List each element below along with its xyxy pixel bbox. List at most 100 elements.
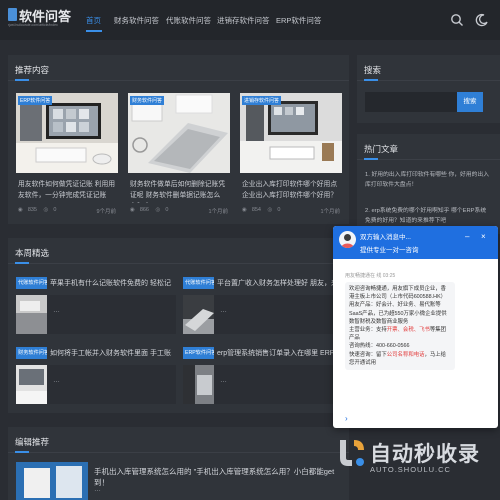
featured-card-meta: ◉ 854 ◎ 0 1个月前	[242, 207, 340, 215]
chat-msg-products: 用友产品：好会计、好业务、易代账等SaaS产品，已为超550万家小微企业提供数智…	[349, 302, 447, 325]
featured-card-tag[interactable]: 财务软件问答	[130, 96, 165, 105]
weekly-item-more: …	[220, 307, 227, 314]
weekly-item-title[interactable]: 苹果手机有什么记账软件免费的 轻松记…	[50, 278, 172, 288]
weekly-item[interactable]: 代账软件问答 平台置广收入财务怎样处理好 朋友，来… …	[183, 276, 343, 334]
card-date: 1个月前	[320, 209, 340, 215]
nav-home[interactable]: 首页	[86, 15, 101, 26]
likes-icon: ◎	[267, 207, 273, 213]
likes-count: 0	[165, 207, 169, 213]
sidebar-search-button[interactable]: 搜索	[457, 92, 483, 112]
weekly-item-tag[interactable]: ERP软件问答	[183, 347, 214, 359]
agent-avatar	[339, 231, 356, 248]
weekly-thumb-image	[183, 295, 214, 334]
weekly-divider	[8, 263, 349, 264]
minimize-icon[interactable]: –	[465, 232, 469, 241]
featured-card-meta: ◉ 866 ◎ 0 1个月前	[130, 207, 228, 215]
sidebar-search-input[interactable]	[365, 92, 465, 112]
featured-card[interactable]: 财务软件问答 财务软件做单后如何删除记账凭证呢 财务软件删单据记账怎么办？实 ◉…	[128, 93, 230, 215]
search-divider	[357, 80, 500, 81]
featured-title-accent	[15, 79, 29, 81]
hot-title: 热门文章	[364, 144, 399, 154]
site-logo[interactable]: 软件问答 rjwd.huilourule.com/article/index	[8, 6, 71, 34]
weekly-item-more: …	[220, 377, 227, 384]
nav-inventory-qa[interactable]: 进销存软件问答	[217, 15, 270, 26]
nav-finance-qa[interactable]: 财务软件问答	[114, 15, 159, 26]
editor-item-thumb[interactable]	[16, 462, 88, 500]
hot-article-text: 好用的出入库打印软件有哪些 你，好用的出入库打印软件大盘点！	[365, 172, 490, 188]
featured-card-title[interactable]: 用友软件如何做凭证记账 利用用友软件，一分钟完成凭证记账	[18, 179, 116, 203]
views-count: 854	[251, 207, 261, 213]
weekly-item[interactable]: ERP软件问答 erp管理系统销售订单录入在哪里 ERP管… …	[183, 346, 343, 404]
dark-mode-icon[interactable]	[475, 13, 489, 27]
views-icon: ◉	[242, 207, 247, 213]
watermark-text: 自动秒收录	[370, 443, 480, 466]
featured-card-meta: ◉ 835 ◎ 0 9个月前	[18, 207, 116, 215]
watermark-logo-icon	[340, 440, 364, 466]
hot-article-item[interactable]: 2. erp系统免费的哪个好用啊知乎 哪个ERP系统免费的好用？知道的来推荐下吧	[365, 206, 491, 226]
editor-title: 编辑推荐	[15, 437, 50, 447]
weekly-item-head: ERP软件问答 erp管理系统销售订单录入在哪里 ERP管…	[183, 346, 343, 360]
weekly-item-tag[interactable]: 代账软件问答	[16, 277, 47, 289]
weekly-thumb-image	[16, 365, 47, 404]
search-title: 搜索	[364, 65, 382, 75]
weekly-item-body: …	[183, 295, 343, 334]
hot-panel: 热门文章 1. 好用的出入库打印软件有哪些 你，好用的出入库打印软件大盘点！ 2…	[357, 134, 500, 234]
chat-more-icon[interactable]: ›	[345, 414, 348, 423]
featured-card[interactable]: ERP软件问答 用友软件如何做凭证记账 利用用友软件，一分钟完成凭证记账 ◉ 83…	[16, 93, 118, 215]
views-icon: ◉	[18, 207, 23, 213]
office-photo-image	[240, 93, 342, 173]
chat-msg-highlight: 开票、会税、飞书	[386, 327, 430, 334]
likes-icon: ◎	[43, 207, 49, 213]
weekly-item-title[interactable]: 如何将手工帐并入财务软件里面 手工账…	[50, 348, 172, 358]
editor-item-more: …	[94, 486, 101, 493]
chat-msg-quick: 快速咨询：留下	[349, 351, 387, 358]
editor-divider	[8, 452, 349, 453]
chat-subtitle: 提供专业一对一咨询	[360, 247, 419, 254]
hot-article-item[interactable]: 1. 好用的出入库打印软件有哪些 你，好用的出入库打印软件大盘点！	[365, 170, 491, 190]
weekly-item-tag[interactable]: 代账软件问答	[183, 277, 214, 289]
weekly-item-head: 财务软件问答 如何将手工帐并入财务软件里面 手工账…	[16, 346, 176, 360]
weekly-item[interactable]: 代账软件问答 苹果手机有什么记账软件免费的 轻松记… …	[16, 276, 176, 334]
editor-item-title[interactable]: 手机出入库管理系统怎么用的 "手机出入库管理系统怎么用？小白都能get到！	[94, 466, 344, 488]
logo-subtitle: rjwd.huilourule.com/article/index	[8, 23, 58, 27]
featured-divider	[8, 80, 349, 81]
weekly-item-body: …	[16, 295, 176, 334]
nav-erp-qa[interactable]: ERP软件问答	[276, 15, 321, 26]
featured-card-image: ERP软件问答	[16, 93, 118, 173]
views-count: 835	[27, 207, 37, 213]
logo-mark-icon	[8, 8, 17, 21]
nav-active-indicator	[86, 30, 102, 32]
weekly-thumb-image	[16, 295, 47, 334]
featured-card[interactable]: 进销存软件问答 企业出入库打印软件哪个好用点 企业出入库打印软件哪个好用？ ◉ 8…	[240, 93, 342, 215]
chat-timestamp: 用友畅捷通在 线 03:25	[345, 273, 396, 279]
close-icon[interactable]: ×	[481, 232, 486, 241]
desk-photo-image	[16, 93, 118, 173]
chat-widget: 双方输入消息中... 提供专业一对一咨询 – × 用友畅捷通在 线 03:25 …	[333, 226, 498, 428]
weekly-item-more: …	[53, 377, 60, 384]
chat-msg-intro: 欢迎咨询畅捷通，用友旗下成员企业，香港主板上市公司（上市代码600588.HK）	[349, 286, 447, 301]
nav-bookkeeping-qa[interactable]: 代账软件问答	[166, 15, 211, 26]
chat-msg-business: 主营业务：支持	[349, 327, 387, 334]
editor-thumb-image	[16, 462, 88, 500]
watermark-subtext: AUTO.SHOULU.CC	[370, 465, 451, 474]
featured-card-title[interactable]: 财务软件做单后如何删除记账凭证呢 财务软件删单据记账怎么办？实	[130, 179, 228, 203]
weekly-item[interactable]: 财务软件问答 如何将手工帐并入财务软件里面 手工账… …	[16, 346, 176, 404]
featured-card-title[interactable]: 企业出入库打印软件哪个好用点 企业出入库打印软件哪个好用？	[242, 179, 340, 203]
featured-card-tag[interactable]: ERP软件问答	[18, 96, 53, 105]
featured-card-tag[interactable]: 进销存软件问答	[242, 96, 282, 105]
search-panel: 搜索	[357, 55, 500, 123]
views-count: 866	[139, 207, 149, 213]
weekly-item-tag[interactable]: 财务软件问答	[16, 347, 47, 359]
weekly-item-head: 代账软件问答 平台置广收入财务怎样处理好 朋友，来…	[183, 276, 343, 290]
views-icon: ◉	[130, 207, 135, 213]
weekly-item-head: 代账软件问答 苹果手机有什么记账软件免费的 轻松记…	[16, 276, 176, 290]
hot-article-num: 2.	[365, 208, 370, 214]
weekly-item-title[interactable]: 平台置广收入财务怎样处理好 朋友，来…	[217, 278, 339, 288]
weekly-item-title[interactable]: erp管理系统销售订单录入在哪里 ERP管…	[217, 348, 339, 358]
chat-message: 欢迎咨询畅捷通，用友旗下成员企业，香港主板上市公司（上市代码600588.HK）…	[345, 282, 455, 371]
weekly-title-accent	[15, 262, 29, 264]
search-icon[interactable]	[450, 13, 464, 27]
likes-count: 0	[53, 207, 57, 213]
hot-article-num: 1.	[365, 172, 370, 178]
hot-title-accent	[364, 158, 378, 160]
